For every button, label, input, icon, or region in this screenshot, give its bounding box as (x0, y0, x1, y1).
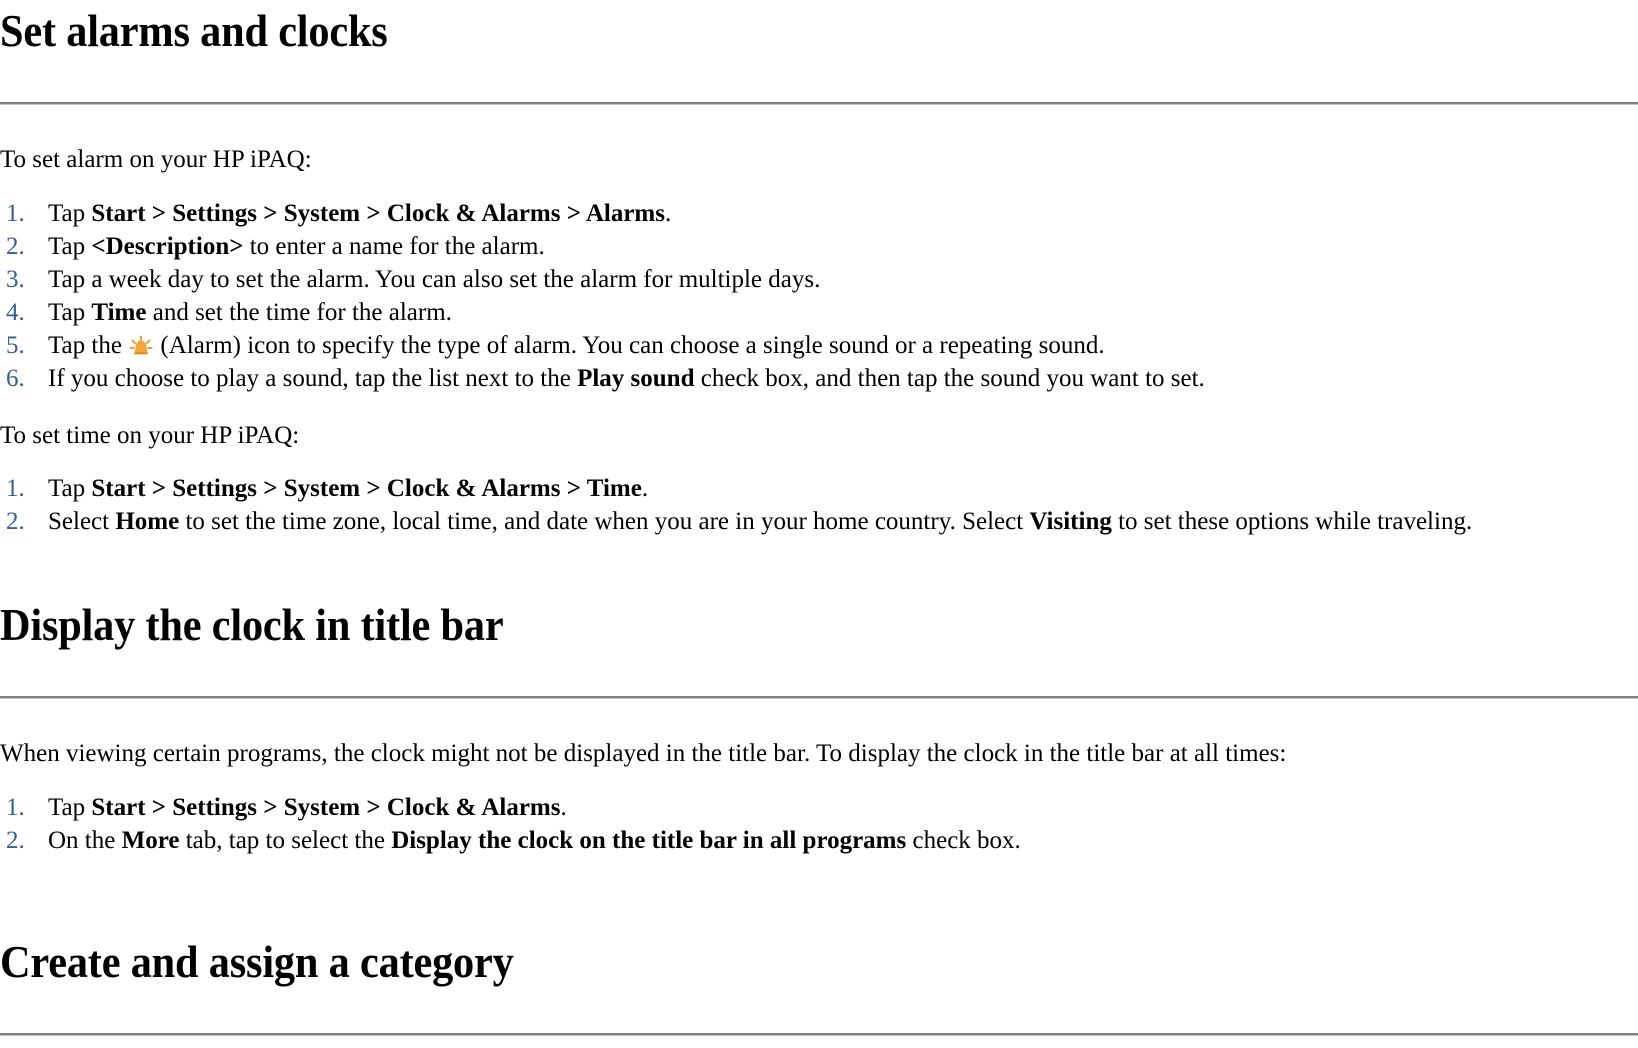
intro-paragraph-display-clock: When viewing certain programs, the clock… (0, 740, 1287, 767)
list-number: 6. (6, 364, 25, 392)
list-item: 1. Tap Start > Settings > System > Clock… (0, 472, 1638, 505)
page-title: Create and assign a category (0, 935, 514, 987)
list-item: 6. If you choose to play a sound, tap th… (0, 362, 1638, 395)
step-text-post: . (641, 475, 649, 502)
list-item: 5. Tap the (Alarm) icon to specify the t… (0, 329, 1638, 362)
step-text-pre: Tap (48, 793, 92, 821)
step-text-post: (Alarm) icon to specify the type of alar… (154, 331, 1105, 359)
steps-set-alarm: 1. Tap Start > Settings > System > Clock… (0, 197, 1638, 395)
step-text-bold-2: Display the clock on the title bar in al… (391, 826, 907, 854)
step-text-post: to set the time zone, local time, and da… (179, 508, 1030, 535)
heading-divider (0, 1032, 1638, 1036)
step-text-pre: Tap (48, 232, 92, 260)
list-number: 4. (6, 298, 25, 326)
step-text-bold: Time (91, 298, 147, 326)
step-text-post-2: check box. (906, 826, 1021, 854)
list-item: 1. Tap Start > Settings > System > Clock… (0, 791, 1638, 824)
list-item: 2. Tap <Description> to enter a name for… (0, 230, 1638, 263)
step-text-pre: Tap the (48, 331, 129, 359)
list-item: 2. On the More tab, tap to select the Di… (0, 824, 1638, 857)
step-text-bold: Home (115, 508, 180, 535)
step-text-post: . (664, 199, 672, 227)
step-text-post: check box, and then tap the sound you wa… (694, 364, 1205, 392)
step-text-post: tab, tap to select the (179, 826, 392, 854)
step-text-bold: Play sound (577, 364, 695, 392)
list-number: 1. (6, 475, 25, 502)
step-text-bold-2: Visiting (1029, 508, 1112, 535)
step-text-post-2: to set these options while traveling. (1111, 508, 1473, 535)
page-title: Set alarms and clocks (0, 5, 388, 56)
list-item: 4. Tap Time and set the time for the ala… (0, 296, 1638, 329)
step-text-bold: Start > Settings > System > Clock & Alar… (91, 199, 665, 227)
alarm-icon (129, 335, 153, 357)
page-title: Display the clock in title bar (0, 599, 504, 650)
step-text-pre: Select (48, 508, 116, 535)
section-set-alarms-and-clocks: Set alarms and clocks (0, 0, 1638, 105)
list-item: 2. Select Home to set the time zone, loc… (0, 505, 1638, 538)
step-text-bold: More (121, 826, 180, 854)
step-text-post: to enter a name for the alarm. (243, 232, 545, 260)
steps-set-time: 1. Tap Start > Settings > System > Clock… (0, 472, 1638, 538)
step-text-bold: Start > Settings > System > Clock & Alar… (91, 793, 561, 821)
section-create-assign-category: Create and assign a category (0, 935, 1638, 1036)
step-text-pre: Tap a week day to set the alarm. You can… (48, 265, 821, 293)
list-number: 1. (6, 199, 25, 227)
section-display-clock-title-bar: Display the clock in title bar (0, 602, 1638, 699)
intro-paragraph-set-time: To set time on your HP iPAQ: (0, 421, 300, 449)
list-number: 3. (6, 265, 25, 293)
step-text-pre: Tap (48, 199, 92, 227)
step-text-bold: Start > Settings > System > Clock & Alar… (91, 475, 642, 502)
steps-display-clock: 1. Tap Start > Settings > System > Clock… (0, 791, 1638, 857)
document-page: Set alarms and clocks To set alarm on yo… (0, 0, 1638, 1036)
step-text-pre: On the (48, 826, 122, 854)
list-number: 2. (6, 232, 25, 260)
list-item: 1. Tap Start > Settings > System > Clock… (0, 197, 1638, 230)
step-text-post: and set the time for the alarm. (146, 298, 452, 326)
step-text-pre: Tap (48, 475, 92, 502)
intro-paragraph-set-alarm: To set alarm on your HP iPAQ: (0, 146, 312, 173)
step-text-bold: <Description> (91, 232, 244, 260)
list-number: 2. (6, 826, 25, 854)
step-text-post: . (560, 793, 567, 821)
list-number: 5. (6, 331, 25, 359)
list-item: 3. Tap a week day to set the alarm. You … (0, 263, 1638, 296)
list-number: 1. (6, 793, 25, 821)
step-text-pre: Tap (48, 298, 92, 326)
step-text-pre: If you choose to play a sound, tap the l… (48, 364, 578, 392)
list-number: 2. (6, 508, 25, 535)
